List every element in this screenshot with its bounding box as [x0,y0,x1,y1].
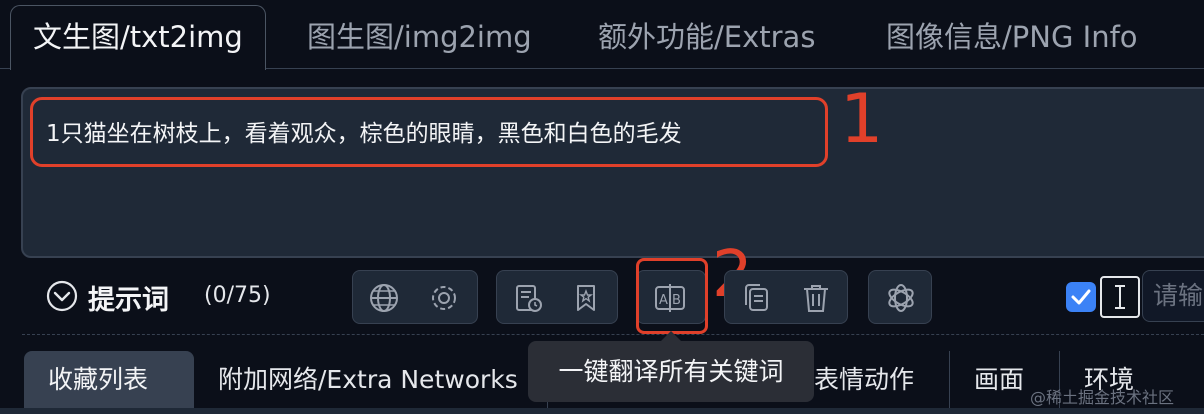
tab-extra-networks[interactable]: 附加网络/Extra Networks [194,351,548,409]
prompt-label: 提示词 [88,285,169,316]
trash-icon[interactable] [799,281,833,315]
tab-png-info[interactable]: 图像信息/PNG Info [886,6,1138,68]
toolbar-group-2 [496,270,618,324]
chevron-down-icon[interactable] [46,280,78,312]
toolbar-group-4 [724,270,848,324]
translate-tooltip: 一键翻译所有关键词 [528,331,814,402]
tab-extras[interactable]: 额外功能/Extras [598,6,815,68]
copy-icon[interactable] [739,281,773,315]
divider [22,334,1204,335]
toolbar-group-5 [868,270,932,324]
bookmark-icon[interactable] [569,281,603,315]
openai-icon[interactable] [884,281,918,315]
highlight-box-1 [30,97,828,167]
bottom-strip [0,408,1204,414]
tab-favorites[interactable]: 收藏列表 [24,351,194,409]
annotation-number-1: 1 [840,80,884,159]
history-icon[interactable] [511,281,545,315]
gear-icon[interactable] [427,281,461,315]
watermark: @稀土掘金技术社区 [1030,388,1175,407]
highlight-box-2 [636,258,708,334]
tab-img2img[interactable]: 图生图/img2img [307,6,532,68]
globe-icon[interactable] [367,281,401,315]
tab-expressions[interactable]: 表情动作 [790,351,950,409]
text-cursor-icon[interactable] [1100,276,1140,318]
tab-txt2img[interactable]: 文生图/txt2img [10,5,266,70]
toolbar-group-1 [352,270,478,324]
top-tab-bar: 文生图/txt2img 图生图/img2img 额外功能/Extras 图像信息… [0,0,1204,70]
search-input[interactable]: 请输 [1142,270,1204,322]
enable-checkbox[interactable] [1066,282,1096,312]
token-count: (0/75) [204,283,271,308]
